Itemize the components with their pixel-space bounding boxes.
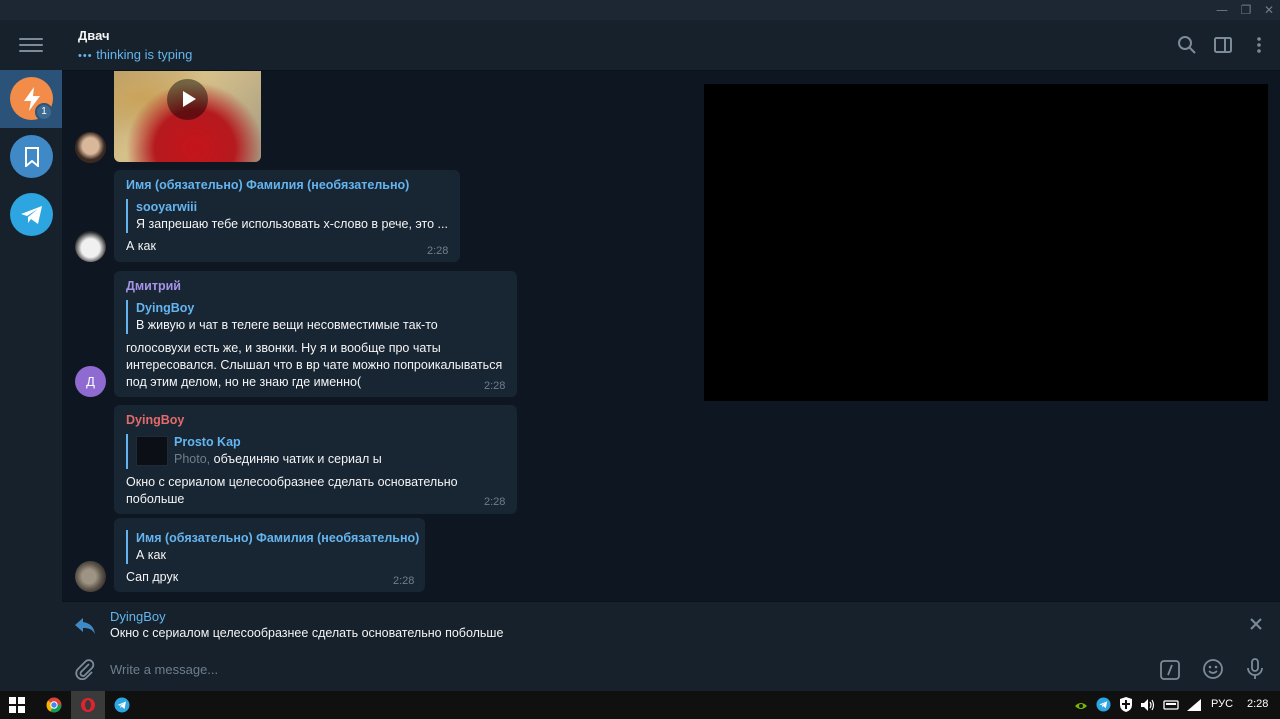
message-time: 2:28 [427,245,449,257]
message-sender[interactable]: Дмитрий [126,279,181,293]
close-window-button[interactable]: ✕ [1261,2,1277,18]
avatar[interactable] [75,231,106,262]
microphone-icon[interactable] [1245,658,1265,685]
reply-bar: DyingBoy Окно с сериалом целесообразнее … [62,601,1280,647]
reply-author: DyingBoy [136,301,195,315]
typing-dots-icon: ••• [78,50,93,62]
chrome-icon[interactable] [37,691,71,719]
chat-header: Двач ••• thinking is typing [62,20,1280,71]
message-bubble[interactable]: DyingBoy Prosto Kap Photo, объединяю чат… [114,405,517,514]
opera-icon[interactable] [71,691,105,719]
volume-icon[interactable] [1140,698,1156,717]
message-text: голосовухи есть же, и звонки. Ну я и воо… [126,341,503,389]
message-time: 2:28 [393,575,415,587]
reply-text: В живую и чат в телеге вещи несовместимы… [136,318,438,332]
folder-saved-messages[interactable] [0,128,62,186]
video-player-panel[interactable] [704,84,1268,401]
chat-title[interactable]: Двач [78,28,110,43]
bookmark-icon [10,135,53,178]
minimize-button[interactable]: — [1214,2,1230,18]
play-icon[interactable] [167,79,208,120]
os-taskbar: РУС 2:28 [0,691,1280,719]
message-text: Сап друк [126,570,179,584]
reply-text: Photo, объединяю чатик и сериал ы [174,452,382,466]
reply-text: Я запрешаю тебе использовать х-слово в р… [136,217,448,231]
more-options-icon[interactable] [1248,34,1270,56]
reply-author: Prosto Kap [174,435,241,449]
message-text: А как [126,239,156,253]
avatar[interactable] [75,132,106,163]
system-clock[interactable]: 2:28 [1247,698,1268,710]
message-sender[interactable]: DyingBoy [126,413,184,427]
hamburger-menu-icon[interactable] [19,38,43,56]
reply-quote[interactable]: sooyarwiii Я запрешаю тебе использовать … [126,199,448,233]
message-time: 2:28 [484,496,506,508]
video-thumbnail[interactable] [114,71,261,162]
message-text: Окно с сериалом целесообразнее сделать о… [126,475,458,506]
telegram-icon [10,193,53,236]
reply-quote[interactable]: Prosto Kap Photo, объединяю чатик и сери… [126,434,382,469]
reply-author: Имя (обязательно) Фамилия (необязательно… [136,531,420,545]
emoji-icon[interactable] [1202,658,1224,685]
language-indicator[interactable]: РУС [1211,698,1233,710]
telegram-taskbar-icon[interactable] [105,691,139,719]
reply-arrow-icon [73,616,97,641]
photo-preview [136,436,168,466]
attach-icon[interactable] [74,658,96,685]
message-bubble[interactable]: Имя (обязательно) Фамилия (необязательно… [114,170,460,262]
message-input[interactable] [110,659,1010,679]
search-icon[interactable] [1176,34,1198,56]
message-time: 2:28 [484,380,506,392]
typing-status: ••• thinking is typing [78,47,193,62]
telegram-tray-icon[interactable] [1096,697,1111,717]
folder-all-chats[interactable]: 1 [0,70,62,128]
message-bubble[interactable]: Дмитрий DyingBoy В живую и чат в телеге … [114,271,517,397]
composer [62,647,1280,691]
sidebar-toggle-icon[interactable] [1212,34,1234,56]
reply-quote[interactable]: Имя (обязательно) Фамилия (необязательно… [126,530,419,564]
avatar[interactable] [75,561,106,592]
folder-sidebar: 1 [0,20,62,691]
windows-start-icon[interactable] [0,691,34,719]
maximize-button[interactable]: ❐ [1238,2,1254,18]
cancel-reply-icon[interactable] [1248,616,1264,637]
message-bubble[interactable]: Имя (обязательно) Фамилия (необязательно… [114,518,425,592]
unread-badge: 1 [35,103,53,121]
window-titlebar: — ❐ ✕ [0,0,1280,20]
message-sender[interactable]: Имя (обязательно) Фамилия (необязательно… [126,178,409,192]
reply-bar-name: DyingBoy [110,609,166,624]
reply-bar-text: Окно с сериалом целесообразнее сделать о… [110,626,504,640]
keyboard-icon[interactable] [1163,698,1179,717]
wifi-icon[interactable] [1186,698,1202,717]
bot-commands-icon[interactable] [1159,659,1181,686]
reply-quote[interactable]: DyingBoy В живую и чат в телеге вещи нес… [126,300,438,334]
shield-icon[interactable] [1119,697,1133,717]
nvidia-icon[interactable] [1074,699,1088,717]
reply-text: А как [136,548,166,562]
folder-telegram[interactable] [0,186,62,244]
avatar[interactable]: Д [75,366,106,397]
reply-author: sooyarwiii [136,200,198,214]
